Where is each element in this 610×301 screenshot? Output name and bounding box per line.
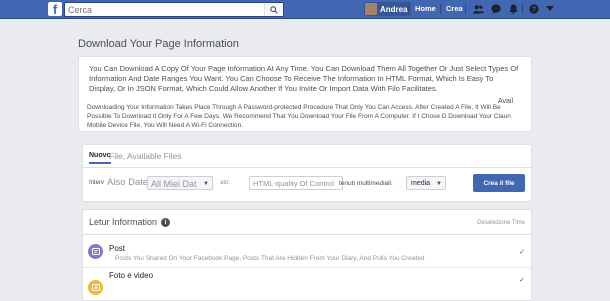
tab-available-files[interactable]: File, Available Files (109, 151, 182, 161)
intro-overflow-text: Avail (498, 98, 514, 105)
profile-name: Andrea (380, 4, 408, 14)
nav-divider (440, 4, 441, 14)
profile-link[interactable]: Andrea (364, 2, 411, 16)
search-icon (270, 5, 278, 14)
deselect-all-link[interactable]: Deselezione Time (477, 220, 525, 226)
date-range-dropdown[interactable]: All Miei Dat ▼ (147, 176, 213, 190)
nav-create-link[interactable]: Crea (446, 4, 463, 13)
search-input[interactable] (68, 3, 258, 16)
page-title: Download Your Page Information (78, 38, 239, 50)
information-title: Letur Information (89, 217, 158, 227)
chevron-down-icon: ▼ (203, 181, 209, 187)
format-label: ato: (220, 180, 231, 186)
search-bar[interactable] (64, 2, 284, 17)
download-options-panel: Nuovo File, Available Files Interv Also … (82, 144, 532, 202)
info-icon[interactable]: i (161, 217, 171, 227)
divider (83, 234, 531, 235)
nav-divider (465, 4, 466, 14)
dropdown-icon[interactable] (544, 3, 556, 15)
media-quality-value: media (411, 180, 431, 187)
date-label: Also Date: (107, 177, 151, 188)
date-range-value: All Miei Dat (151, 179, 197, 189)
media-quality-label: tenuti multimediali: (339, 180, 393, 187)
messenger-icon[interactable] (490, 3, 502, 15)
friends-icon[interactable] (472, 3, 484, 15)
create-file-button[interactable]: Crea il file (473, 174, 525, 192)
posts-icon (88, 244, 103, 259)
checkbox[interactable]: ✓ (519, 248, 525, 256)
divider (83, 267, 531, 268)
intro-paragraph: You Can Download A Copy Of Your Page Inf… (89, 64, 519, 93)
category-title: Post (109, 244, 126, 253)
divider (83, 167, 531, 168)
chevron-down-icon: ▼ (436, 181, 442, 187)
nav-divider (522, 4, 523, 14)
search-button[interactable] (264, 3, 283, 16)
format-dropdown[interactable]: HTML-quality Of Control (249, 176, 343, 190)
help-icon[interactable]: ? (528, 3, 540, 15)
category-title: Foto e video (109, 271, 154, 280)
svg-text:?: ? (532, 7, 536, 14)
avatar (365, 3, 377, 15)
nav-home-link[interactable]: Home (415, 4, 436, 13)
checkbox[interactable]: ✓ (519, 276, 525, 284)
category-description: Posts You Shared On Your Facebook Page, … (115, 255, 425, 262)
media-quality-dropdown[interactable]: media ▼ (406, 176, 446, 190)
intro-box: You Can Download A Copy Of Your Page Inf… (78, 56, 532, 132)
nav-divider (408, 4, 409, 14)
intro-paragraph-secondary: Downloading Your Information Takes Place… (87, 104, 511, 129)
top-navigation-bar: f Andrea Home Crea ? (0, 0, 610, 19)
interval-label: Interv (89, 180, 105, 186)
facebook-logo[interactable]: f (48, 2, 62, 16)
information-panel: Letur Information i Deselezione Time Pos… (82, 209, 532, 301)
notifications-icon[interactable] (507, 3, 519, 15)
tab-new-file[interactable]: Nuovo (89, 152, 111, 164)
information-header: Letur Information i (89, 217, 171, 227)
